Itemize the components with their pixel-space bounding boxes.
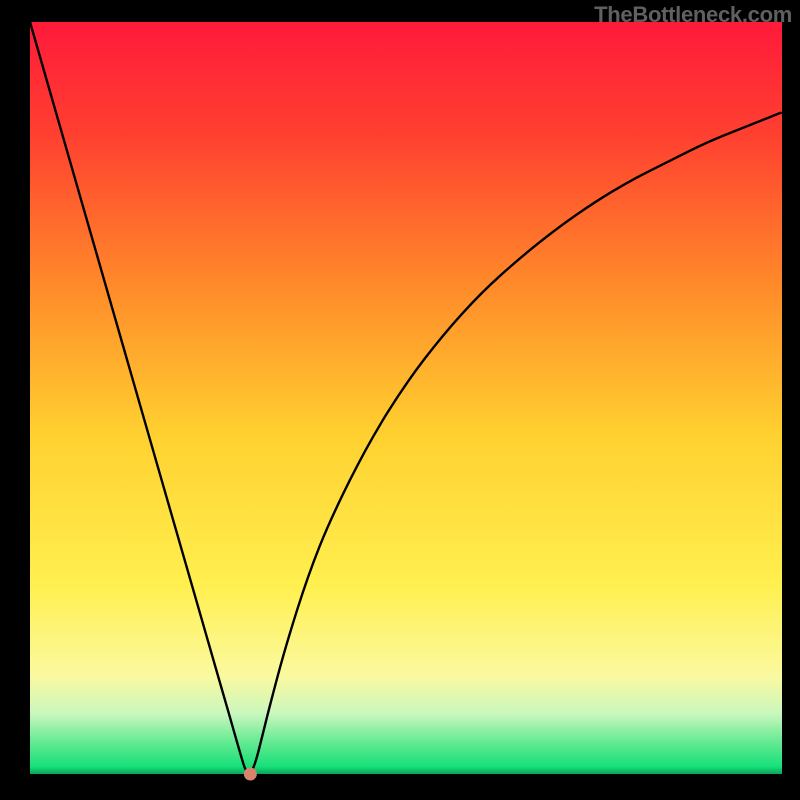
plot-background [30, 22, 782, 774]
highlight-point [244, 768, 257, 781]
chart-container: TheBottleneck.com [0, 0, 800, 800]
chart-svg [0, 0, 800, 800]
watermark-label: TheBottleneck.com [594, 2, 792, 28]
